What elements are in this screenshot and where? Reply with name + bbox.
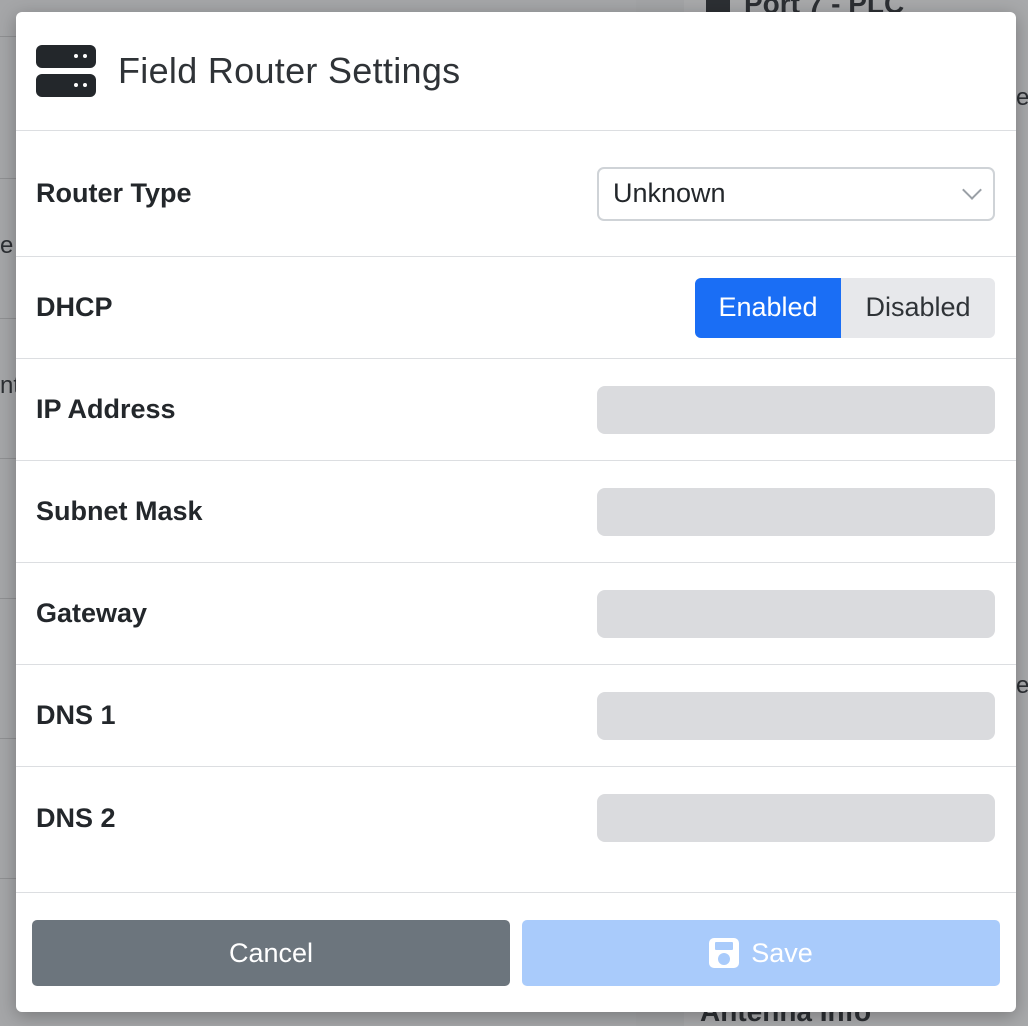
background-text-fragment: e [1016, 84, 1028, 111]
server-icon-bar [36, 74, 96, 97]
subnet-mask-field[interactable] [597, 487, 995, 536]
dns1-label: DNS 1 [36, 700, 116, 730]
ip-address-row: IP Address [16, 359, 1016, 461]
cancel-button[interactable]: Cancel [32, 920, 510, 986]
dhcp-disabled-button[interactable]: Disabled [841, 277, 995, 338]
dhcp-row: DHCP Enabled Disabled [16, 257, 1016, 359]
router-type-value: Unknown [613, 178, 726, 208]
server-icon [36, 45, 96, 97]
dns2-field[interactable] [597, 794, 995, 842]
router-type-select[interactable]: Unknown [597, 166, 995, 221]
floppy-disk-icon [709, 938, 740, 968]
modal-header: Field Router Settings [16, 12, 1016, 131]
modal-footer: Cancel Save [16, 892, 1016, 1012]
background-text-fragment: e [1016, 672, 1028, 699]
dns2-label: DNS 2 [36, 802, 116, 833]
dhcp-toggle: Enabled Disabled [695, 277, 995, 338]
router-type-label: Router Type [36, 178, 192, 208]
gateway-field[interactable] [597, 589, 995, 638]
dhcp-enabled-button[interactable]: Enabled [695, 277, 841, 338]
cancel-button-label: Cancel [228, 937, 314, 968]
gateway-label: Gateway [36, 598, 148, 628]
modal-title: Field Router Settings [118, 50, 461, 91]
save-button-label: Save [751, 937, 813, 968]
chevron-down-icon [962, 179, 982, 200]
gateway-row: Gateway [16, 563, 1016, 665]
dhcp-label: DHCP [36, 292, 113, 322]
dns1-row: DNS 1 [16, 665, 1016, 767]
subnet-mask-label: Subnet Mask [36, 496, 203, 526]
ip-address-label: IP Address [36, 394, 176, 424]
ip-address-field[interactable] [597, 385, 995, 434]
router-type-row: Router Type Unknown [16, 131, 1016, 257]
background-text-fragment: e [0, 232, 14, 259]
router-settings-modal: Field Router Settings Router Type Unknow… [16, 12, 1016, 1012]
subnet-mask-row: Subnet Mask [16, 461, 1016, 563]
dns1-field[interactable] [597, 691, 995, 740]
dns2-row: DNS 2 [16, 767, 1016, 869]
server-icon-bar [36, 45, 96, 68]
save-button[interactable]: Save [522, 920, 1000, 986]
